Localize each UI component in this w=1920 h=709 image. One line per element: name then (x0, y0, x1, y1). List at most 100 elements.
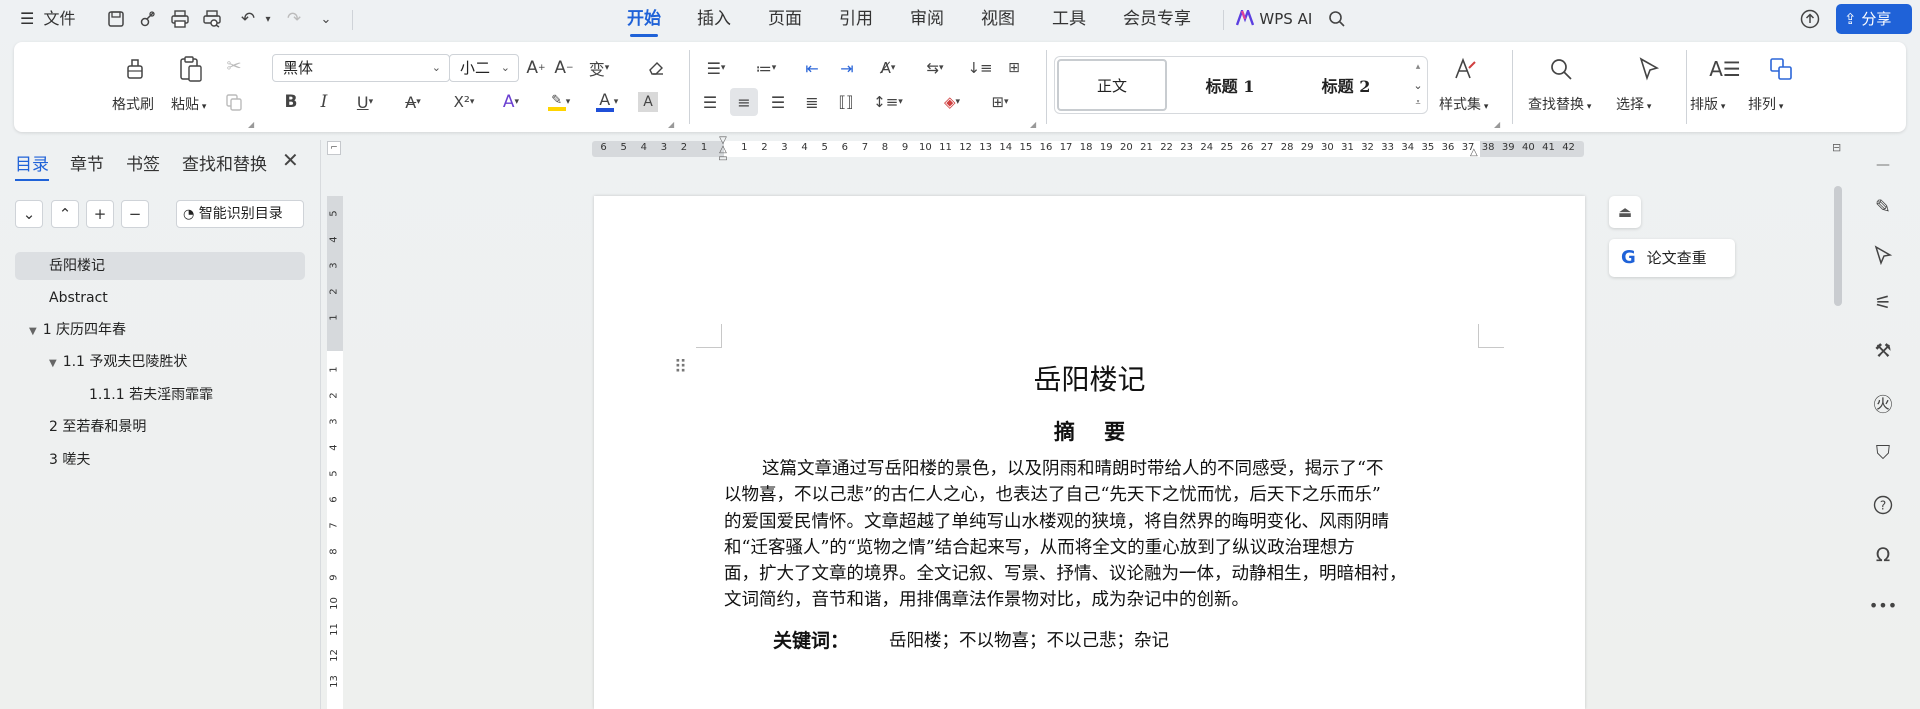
translate-icon[interactable]: ㊋ (1868, 388, 1898, 418)
format-painter-icon[interactable] (120, 54, 150, 84)
distribute-icon[interactable]: ⟦⟧ (834, 90, 858, 114)
underline-button[interactable]: U ▾ (348, 90, 382, 114)
strikethrough-button[interactable]: A ▾ (396, 90, 430, 114)
numbered-list-icon[interactable]: ≔ ▾ (748, 56, 784, 80)
undo-dropdown-icon[interactable]: ▾ (256, 7, 280, 31)
tab-page[interactable]: 页面 (768, 6, 802, 32)
print-preview-icon[interactable] (200, 7, 224, 31)
show-marks-icon[interactable]: ⊞ (1002, 56, 1026, 80)
cut-icon[interactable]: ✂ (222, 54, 246, 78)
justify-icon[interactable]: ≣ (800, 90, 824, 114)
phonetic-guide-icon[interactable]: 变 ▾ (581, 56, 617, 80)
layout-button[interactable]: 排版 ▾ (1690, 94, 1725, 114)
arrange-icon[interactable] (1766, 54, 1796, 84)
format-painter-label[interactable]: 格式刷 (112, 94, 154, 114)
text-effect-button[interactable]: A ▾ (494, 90, 528, 114)
shading-icon[interactable]: ◈ ▾ (934, 90, 970, 114)
line-spacing-icon[interactable]: ↕≡ ▾ (870, 90, 906, 114)
layout-icon[interactable]: A☰ (1709, 54, 1741, 84)
more-quick-actions-icon[interactable]: ⌄ (314, 7, 338, 31)
remove-heading-button[interactable]: − (121, 200, 149, 228)
clipboard-launcher-icon[interactable]: ◢ (248, 120, 254, 129)
shirt-icon[interactable]: ⛉ (1868, 438, 1898, 468)
style-set-icon[interactable] (1450, 54, 1480, 84)
smart-toc-button[interactable]: ◔ 智能识别目录 (176, 200, 304, 228)
grow-font-icon[interactable]: A + (524, 56, 548, 80)
clear-format-icon[interactable] (644, 56, 668, 80)
line-break-icon[interactable]: ⇆ ▾ (918, 56, 952, 80)
text-direction-icon[interactable]: A̸ ▾ (870, 56, 906, 80)
share-link-icon[interactable] (136, 7, 160, 31)
paste-icon[interactable] (176, 54, 206, 84)
toc-item[interactable]: ▼ 1.1 予观夫巴陵胜状 (15, 348, 305, 376)
font-size-select[interactable]: 小二 ⌄ (449, 54, 519, 82)
tab-bookmarks[interactable]: 书签 (126, 150, 160, 175)
expand-triangle-icon[interactable]: ▼ (49, 358, 57, 369)
redo-icon[interactable]: ↷ (282, 7, 306, 31)
tab-insert[interactable]: 插入 (697, 6, 731, 32)
align-left-icon[interactable]: ☰ (698, 90, 722, 114)
borders-icon[interactable]: ⊞ ▾ (982, 90, 1018, 114)
tab-find-replace[interactable]: 查找和替换 (182, 150, 267, 175)
style-normal[interactable]: 正文 (1057, 59, 1167, 111)
collapse-toolbar-icon[interactable]: ⏏ (1609, 196, 1641, 228)
tab-stop-selector-icon[interactable]: ⌐ (327, 141, 341, 155)
toc-item[interactable]: 1.1.1 若夫淫雨霏霏 (15, 381, 305, 409)
collapse-all-button[interactable]: ⌄ (15, 200, 43, 228)
styles-launcher-icon[interactable]: ◢ (1494, 120, 1500, 129)
add-heading-button[interactable]: + (86, 200, 114, 228)
bullet-list-icon[interactable]: ☰ ▾ (698, 56, 734, 80)
increase-indent-icon[interactable]: ⇥ (835, 56, 859, 80)
tab-review[interactable]: 审阅 (910, 6, 944, 32)
bold-button[interactable]: B (279, 90, 303, 114)
align-right-icon[interactable]: ☰ (766, 90, 790, 114)
align-center-icon[interactable]: ≡ (730, 88, 758, 116)
toc-item[interactable]: Abstract (15, 284, 305, 312)
toc-item[interactable]: 3 嗟夫 (15, 446, 305, 474)
ruler-toggle-icon[interactable]: ⊟ (1832, 141, 1841, 154)
scroll-up-icon[interactable]: ▴ (1410, 59, 1426, 75)
tools-icon[interactable]: ⚒ (1868, 336, 1898, 366)
pen-icon[interactable]: ✎ (1868, 192, 1898, 222)
paragraph-launcher-icon[interactable]: ◢ (1030, 120, 1036, 129)
print-icon[interactable] (168, 7, 192, 31)
style-heading-2[interactable]: 标题 2 (1291, 59, 1401, 111)
toc-item[interactable]: 岳阳楼记 (15, 252, 305, 280)
italic-button[interactable]: I (312, 90, 336, 114)
copy-icon[interactable] (222, 90, 246, 114)
toc-item[interactable]: ▼ 1 庆历四年春 (15, 316, 305, 344)
tab-member[interactable]: 会员专享 (1123, 6, 1191, 32)
share-button[interactable]: ⇪ 分享 (1836, 4, 1912, 34)
find-replace-button[interactable]: 查找替换 ▾ (1528, 94, 1591, 114)
file-menu-button[interactable]: ☰ 文件 (20, 6, 75, 32)
tab-tools[interactable]: 工具 (1052, 6, 1086, 32)
expand-gallery-icon[interactable]: ⩡ (1410, 95, 1426, 111)
document-page[interactable]: ⠿ 岳阳楼记 摘 要 这篇文章通过写岳阳楼的景色，以及阴雨和晴朗时带给人的不同感… (594, 196, 1585, 709)
sort-icon[interactable]: ↓≡ (967, 56, 992, 80)
style-heading-1[interactable]: 标题 1 (1175, 59, 1285, 111)
search-icon[interactable] (1325, 7, 1349, 31)
font-name-select[interactable]: 黑体 ⌄ (272, 54, 450, 82)
save-icon[interactable] (104, 7, 128, 31)
font-color-button[interactable]: A ▾ (590, 90, 624, 114)
paper-check-button[interactable]: G 论文查重 (1609, 239, 1735, 277)
style-set-button[interactable]: 样式集 ▾ (1439, 94, 1488, 114)
select-button[interactable]: 选择 ▾ (1616, 94, 1651, 114)
omega-icon[interactable]: Ω (1868, 540, 1898, 570)
sliders-icon[interactable]: ⚟ (1868, 288, 1898, 318)
tab-chapters[interactable]: 章节 (70, 150, 104, 175)
superscript-button[interactable]: X² ▾ (444, 90, 484, 114)
char-shading-button[interactable]: A (638, 92, 658, 112)
move-up-button[interactable]: ⌃ (51, 200, 79, 228)
expand-triangle-icon[interactable]: ▼ (29, 326, 37, 337)
decrease-indent-icon[interactable]: ⇤ (800, 56, 824, 80)
highlight-button[interactable]: ✎ ▾ (542, 90, 576, 114)
tab-home[interactable]: 开始 (627, 6, 661, 37)
vertical-scrollbar[interactable] (1834, 186, 1842, 306)
toc-item[interactable]: 2 至若春和景明 (15, 413, 305, 441)
cursor-icon[interactable] (1868, 240, 1898, 270)
cloud-upload-icon[interactable] (1798, 7, 1822, 31)
shrink-font-icon[interactable]: A − (552, 56, 576, 80)
vertical-ruler[interactable]: 5 4 3 2 1 1 2 3 4 5 6 7 8 9 10 11 12 13 (327, 196, 343, 709)
chevron-down-icon[interactable]: ⌄ (1410, 77, 1426, 93)
